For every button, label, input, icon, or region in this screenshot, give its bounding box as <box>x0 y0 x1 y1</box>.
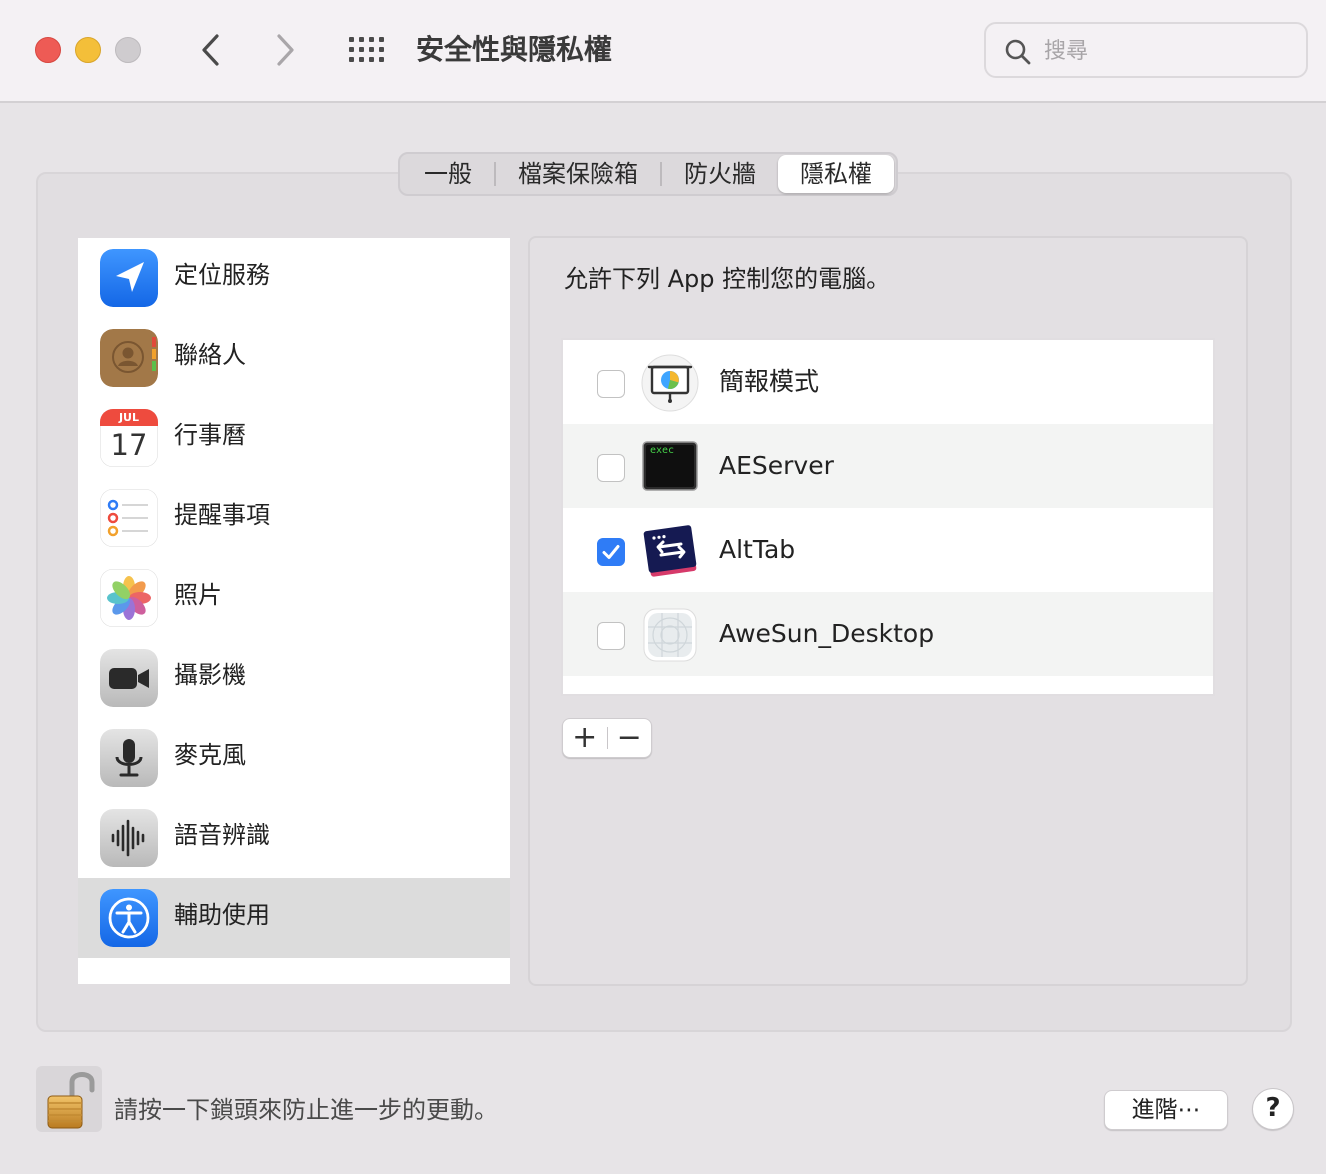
calendar-day: 17 <box>110 428 148 462</box>
sidebar-item-label: 照片 <box>174 581 222 609</box>
sidebar-item-camera[interactable]: 攝影機 <box>78 638 510 718</box>
sidebar-item-label: 麥克風 <box>174 741 246 769</box>
app-name: AltTab <box>719 535 796 564</box>
search-input[interactable] <box>1044 34 1294 68</box>
add-app-button[interactable]: + <box>563 719 607 757</box>
sidebar-item-label: 攝影機 <box>174 661 246 689</box>
accessibility-icon <box>100 889 158 947</box>
app-checkbox[interactable] <box>597 538 625 566</box>
list-item[interactable]: 簡報模式 <box>563 340 1213 424</box>
tab-general[interactable]: 一般 <box>402 155 494 193</box>
speech-recognition-icon <box>100 809 158 867</box>
sidebar-item-label: 提醒事項 <box>174 501 270 529</box>
minimize-window-button[interactable] <box>75 37 101 63</box>
tab-filevault[interactable]: 檔案保險箱 <box>496 155 660 193</box>
list-item[interactable]: AweSun_Desktop <box>563 592 1213 676</box>
camera-icon <box>100 649 158 707</box>
tab-firewall[interactable]: 防火牆 <box>662 155 778 193</box>
sidebar-item-accessibility[interactable]: 輔助使用 <box>78 878 510 958</box>
sidebar-item-label: 輔助使用 <box>174 901 270 929</box>
add-label: + <box>572 720 598 755</box>
microphone-icon <box>100 729 158 787</box>
tab-privacy[interactable]: 隱私權 <box>778 155 894 193</box>
forward-button[interactable] <box>268 30 304 70</box>
app-name: 簡報模式 <box>719 367 820 396</box>
remove-label: − <box>616 720 642 755</box>
zoom-window-button[interactable] <box>115 37 141 63</box>
sidebar-item-calendar[interactable]: JUL 17 行事曆 <box>78 398 510 478</box>
search-field[interactable] <box>984 22 1308 78</box>
exec-label: exec <box>650 445 675 456</box>
search-icon <box>1005 39 1031 65</box>
sidebar-item-speech-recognition[interactable]: 語音辨識 <box>78 798 510 878</box>
lock-status-text: 請按一下鎖頭來防止進一步的更動。 <box>114 1096 498 1124</box>
calendar-icon: JUL 17 <box>100 409 158 467</box>
alttab-icon <box>641 522 699 580</box>
grid-icon <box>349 37 384 62</box>
list-item[interactable]: AltTab <box>563 508 1213 592</box>
checkmark-icon <box>602 544 619 559</box>
show-all-button[interactable] <box>348 36 386 64</box>
presentation-icon <box>641 354 699 412</box>
app-name: AEServer <box>719 451 834 480</box>
sidebar-item-photos[interactable]: 照片 <box>78 558 510 638</box>
app-checkbox[interactable] <box>597 454 625 482</box>
tab-bar: 一般 檔案保險箱 防火牆 隱私權 <box>398 152 898 196</box>
chevron-left-icon <box>202 34 219 66</box>
chevron-right-icon <box>277 34 294 66</box>
sidebar-item-microphone[interactable]: 麥克風 <box>78 718 510 798</box>
privacy-category-list[interactable]: 定位服務 聯絡人 JUL 17 行事曆 提醒事項 照片 攝影機 麥克風 語音辨識… <box>78 238 510 984</box>
sidebar-item-location-services[interactable]: 定位服務 <box>78 238 510 318</box>
sidebar-item-label: 行事曆 <box>174 421 246 449</box>
app-icon <box>649 694 701 696</box>
add-remove-control: + − <box>562 718 652 758</box>
pane-description: 允許下列 App 控制您的電腦。 <box>564 265 891 293</box>
lock-button[interactable] <box>36 1066 102 1132</box>
contacts-icon <box>100 329 158 387</box>
advanced-button[interactable]: 進階⋯ <box>1104 1090 1228 1130</box>
photos-icon <box>100 569 158 627</box>
back-button[interactable] <box>192 30 228 70</box>
unlocked-padlock-icon <box>47 1072 95 1129</box>
remove-app-button[interactable]: − <box>607 719 651 757</box>
calendar-month: JUL <box>118 411 140 424</box>
sidebar-item-contacts[interactable]: 聯絡人 <box>78 318 510 398</box>
sidebar-item-label: 聯絡人 <box>174 341 246 369</box>
exec-terminal-icon: exec <box>641 438 699 496</box>
location-icon <box>100 249 158 307</box>
app-checkbox[interactable] <box>597 370 625 398</box>
sidebar-item-label: 語音辨識 <box>174 821 270 849</box>
list-item[interactable]: exec AEServer <box>563 424 1213 508</box>
reminders-icon <box>100 489 158 547</box>
window-title: 安全性與隱私權 <box>416 33 613 66</box>
app-list[interactable]: 簡報模式 exec AEServer AltTab AweSun_Desktop <box>561 338 1215 696</box>
title-bar: 安全性與隱私權 <box>0 0 1326 103</box>
help-button[interactable]: ? <box>1252 1088 1294 1130</box>
app-name: AweSun_Desktop <box>719 619 935 648</box>
app-checkbox[interactable] <box>597 622 625 650</box>
sidebar-item-label: 定位服務 <box>174 261 270 289</box>
close-window-button[interactable] <box>35 37 61 63</box>
sidebar-item-reminders[interactable]: 提醒事項 <box>78 478 510 558</box>
list-item[interactable] <box>563 676 1213 696</box>
awesun-icon <box>641 606 699 664</box>
